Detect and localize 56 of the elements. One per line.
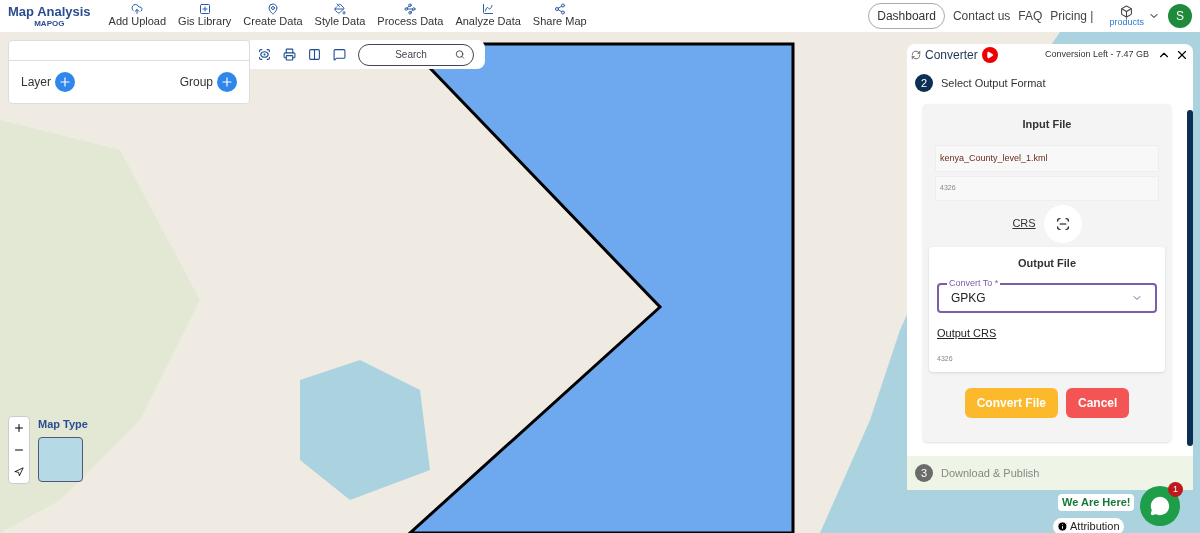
group-label: Group bbox=[179, 74, 213, 91]
nav-item[interactable]: Create Data bbox=[237, 3, 309, 29]
close-icon[interactable] bbox=[1175, 48, 1189, 62]
layer-label: Layer bbox=[21, 74, 52, 91]
scan-icon bbox=[1055, 216, 1070, 231]
chat-bubble-icon bbox=[1150, 496, 1170, 516]
crs-link[interactable]: CRS bbox=[1012, 215, 1036, 232]
search-icon[interactable] bbox=[455, 49, 465, 60]
youtube-icon[interactable] bbox=[981, 47, 998, 63]
brand-title: Map Analysis bbox=[8, 4, 91, 18]
nav-link[interactable]: Contact us bbox=[952, 7, 1011, 25]
convert-to-value: GPKG bbox=[951, 290, 987, 307]
nav-item[interactable]: Analyze Data bbox=[449, 3, 527, 29]
plus-icon bbox=[220, 75, 234, 89]
focus-icon[interactable] bbox=[258, 48, 271, 61]
refresh-icon bbox=[911, 50, 921, 60]
cloud-upload-icon bbox=[131, 3, 144, 16]
products-link[interactable]: products bbox=[1109, 18, 1144, 27]
user-avatar[interactable]: S bbox=[1168, 4, 1192, 28]
conversion-left-text: Conversion Left - 7.47 GB bbox=[1044, 48, 1149, 62]
nav-link[interactable]: Pricing | bbox=[1050, 7, 1094, 25]
map-pin-icon bbox=[266, 3, 279, 16]
output-crs-link[interactable]: Output CRS bbox=[937, 325, 1157, 342]
plus-icon bbox=[58, 75, 73, 89]
nodes-icon bbox=[404, 3, 417, 16]
nav-item[interactable]: Style Data bbox=[308, 3, 372, 29]
info-icon bbox=[1057, 520, 1068, 532]
converter-title: Converter bbox=[925, 47, 978, 64]
map-type-label: Map Type bbox=[38, 417, 88, 432]
input-file-title: Input File bbox=[1022, 117, 1072, 132]
step-number: 3 bbox=[915, 464, 933, 482]
crs-scan-button[interactable] bbox=[1043, 204, 1082, 243]
add-layer-button[interactable] bbox=[55, 72, 76, 92]
world-map-thumbnail[interactable] bbox=[38, 436, 83, 482]
nav-link[interactable]: FAQ bbox=[1018, 7, 1043, 25]
nav-item[interactable]: Share Map bbox=[526, 3, 593, 29]
search-input[interactable]: Search bbox=[367, 47, 456, 62]
plus-icon bbox=[13, 422, 25, 434]
output-file-title: Output File bbox=[1016, 255, 1077, 271]
nav-item[interactable]: Process Data bbox=[371, 3, 450, 29]
brand-subtitle: MAPOG bbox=[34, 19, 65, 28]
nav-item[interactable]: Gis Library bbox=[172, 3, 238, 29]
input-file-field: kenya_County_level_1.kml bbox=[935, 144, 1159, 172]
step-label: Download & Publish bbox=[941, 465, 1040, 481]
cube-icon bbox=[1120, 5, 1134, 18]
nav-item[interactable]: Add Upload bbox=[102, 3, 173, 29]
step-number: 2 bbox=[915, 74, 933, 92]
print-icon[interactable] bbox=[283, 48, 296, 61]
library-add-icon bbox=[198, 3, 211, 16]
comment-icon[interactable] bbox=[333, 48, 346, 61]
we-are-here-text: We Are Here! bbox=[1058, 494, 1135, 511]
add-group-button[interactable] bbox=[217, 72, 237, 92]
share-icon bbox=[553, 3, 566, 16]
attribution-button[interactable]: Attribution bbox=[1053, 518, 1124, 533]
paint-bucket-icon bbox=[334, 3, 346, 16]
step-label: Select Output Format bbox=[941, 75, 1046, 91]
